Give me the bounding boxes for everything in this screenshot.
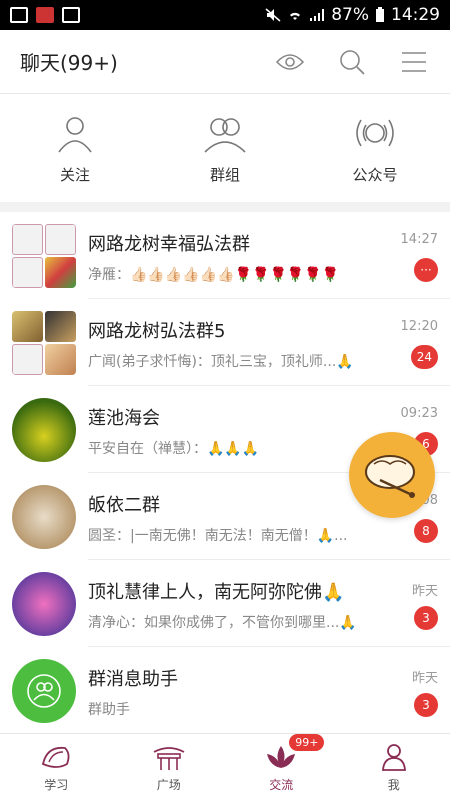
eye-icon[interactable] — [274, 46, 306, 78]
mute-icon — [265, 8, 281, 22]
groups-button[interactable]: 群组 — [170, 112, 280, 185]
group-avatar — [12, 310, 76, 375]
lock-notification-icon — [62, 7, 80, 23]
group-avatar — [12, 397, 76, 462]
section-divider — [0, 202, 450, 212]
chat-name: 莲池海会 — [88, 408, 160, 429]
person-icon — [58, 116, 92, 152]
chat-preview: 群助手 — [88, 702, 130, 718]
tab-me[interactable]: 我 — [354, 742, 434, 793]
menu-icon[interactable] — [398, 46, 430, 78]
wifi-icon — [290, 12, 301, 20]
group-avatar — [12, 571, 76, 636]
chat-row[interactable]: 群消息助手 群助手 昨天 3 — [0, 647, 450, 734]
tab-exchange[interactable]: 交流 99+ — [241, 733, 325, 793]
group-icon — [204, 117, 246, 153]
chat-preview: 清净心：如果你成佛了，不管你到哪里...🙏 — [88, 615, 357, 631]
gallery-icon — [10, 7, 28, 23]
tab-badge: 99+ — [289, 733, 325, 751]
assistant-icon — [27, 673, 61, 708]
chat-name: 皈依二群 — [88, 495, 160, 516]
bottom-tab-bar: 学习 广场 交流 99+ 我 — [0, 733, 450, 800]
clock: 14:29 — [391, 5, 440, 25]
official-accounts-label: 公众号 — [352, 165, 398, 184]
battery-icon — [376, 7, 384, 22]
chat-time: 昨天 — [411, 584, 438, 599]
tab-label: 交流 — [269, 777, 294, 792]
battery-level: 87% — [331, 5, 369, 25]
unread-badge: 24 — [410, 345, 438, 369]
chat-name: 网路龙树弘法群5 — [88, 321, 226, 342]
quick-actions: 关注 群组 公众号 — [0, 94, 450, 202]
unread-badge: 3 — [414, 693, 438, 717]
chat-time: 09:23 — [400, 406, 438, 421]
tab-label: 广场 — [156, 777, 181, 792]
alms-bowl-icon — [365, 455, 415, 498]
follow-button[interactable]: 关注 — [20, 112, 130, 185]
follow-label: 关注 — [59, 165, 90, 184]
chat-row[interactable]: 网路龙树弘法群5 广闻(弟子求忏悔)：顶礼三宝，顶礼师...🙏 12:20 24 — [0, 299, 450, 386]
group-avatar — [12, 484, 76, 549]
unread-badge: 8 — [414, 519, 438, 543]
tab-plaza[interactable]: 广场 — [129, 742, 209, 793]
top-bar: 聊天(99+) — [0, 30, 450, 94]
status-bar: 87% 14:29 — [0, 0, 450, 30]
tab-label: 我 — [387, 777, 400, 792]
tab-study[interactable]: 学习 — [16, 742, 96, 793]
chat-name: 群消息助手 — [88, 669, 178, 690]
chat-preview: 净雁：👍🏻👍🏻👍🏻👍🏻👍🏻👍🏻🌹🌹🌹🌹🌹🌹 — [88, 267, 340, 283]
signal-icon — [310, 9, 325, 21]
chat-time: 昨天 — [411, 671, 438, 686]
group-avatar — [12, 223, 76, 288]
tab-label: 学习 — [44, 777, 69, 792]
page-title: 聊天(99+) — [20, 51, 118, 75]
monk-icon — [381, 743, 406, 771]
chat-time: 14:27 — [400, 232, 438, 247]
chat-preview: 广闻(弟子求忏悔)：顶礼三宝，顶礼师...🙏 — [88, 354, 354, 370]
conch-icon — [42, 746, 70, 768]
temple-icon — [153, 746, 185, 770]
app-notification-icon — [36, 7, 54, 23]
search-icon[interactable] — [336, 46, 368, 78]
official-accounts-button[interactable]: 公众号 — [320, 112, 430, 185]
chat-row[interactable]: 网路龙树幸福弘法群 净雁：👍🏻👍🏻👍🏻👍🏻👍🏻👍🏻🌹🌹🌹🌹🌹🌹 14:27 ··… — [0, 212, 450, 299]
unread-badge: ··· — [414, 258, 438, 282]
chat-name: 顶礼慧律上人，南无阿弥陀佛🙏 — [88, 582, 345, 603]
chat-time: 12:20 — [400, 319, 438, 334]
assistant-avatar — [12, 658, 76, 723]
chat-preview: 圆圣：|一南无佛！南无法！南无僧！🙏... — [88, 528, 348, 544]
unread-badge: 3 — [414, 606, 438, 630]
groups-label: 群组 — [209, 165, 240, 184]
chat-row[interactable]: 顶礼慧律上人，南无阿弥陀佛🙏 清净心：如果你成佛了，不管你到哪里...🙏 昨天 … — [0, 560, 450, 647]
floating-action-button[interactable] — [349, 432, 435, 518]
chat-name: 网路龙树幸福弘法群 — [88, 234, 250, 255]
broadcast-icon — [356, 119, 394, 146]
